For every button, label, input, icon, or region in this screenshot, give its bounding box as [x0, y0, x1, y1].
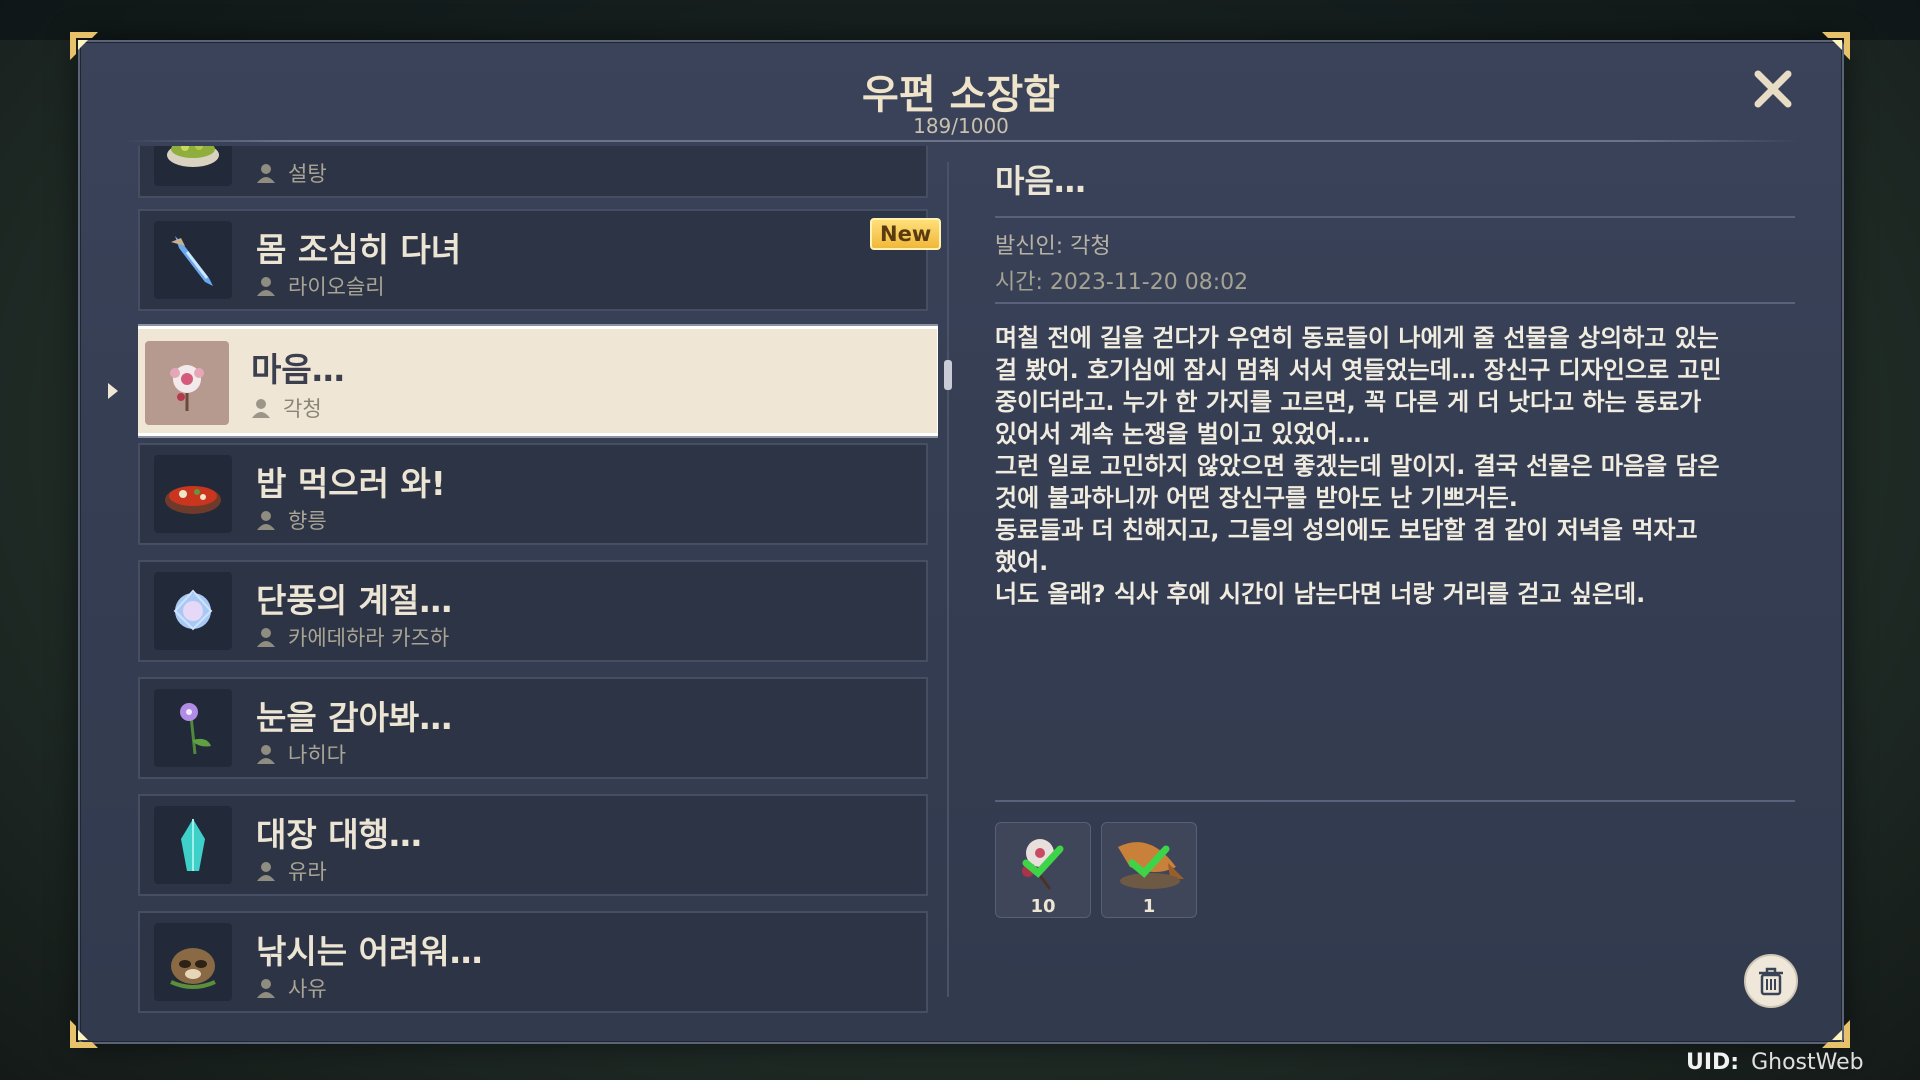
- corner-ornament-icon: [68, 30, 102, 64]
- attachment-item[interactable]: 1: [1101, 822, 1197, 918]
- detail-title-divider: [995, 216, 1795, 218]
- body-line: 그런 일로 고민하지 않았으면 좋겠는데 말이지. 결국 선물은 마음을 담은: [995, 452, 1720, 480]
- mail-sender: 나히다: [256, 739, 346, 769]
- mail-sender: 각청: [251, 393, 322, 423]
- mail-list-item[interactable]: 설탕: [138, 146, 928, 198]
- flower-item-icon: [1022, 839, 1064, 890]
- mail-title: 눈을 감아봐…: [256, 698, 453, 737]
- corner-ornament-icon: [1818, 1016, 1852, 1050]
- mail-sender-name: 카에데하라 카즈하: [288, 626, 450, 650]
- corner-ornament-icon: [1818, 30, 1852, 64]
- fish-dish-icon: [1118, 842, 1184, 889]
- ice-dagger-icon: [154, 221, 232, 299]
- mail-sender-name: 라이오슬리: [288, 275, 385, 299]
- crystal-flower-icon: [154, 572, 232, 650]
- mail-sender: 카에데하라 카즈하: [256, 622, 449, 652]
- mail-detail: 마음… 발신인: 각청 시간: 2023-11-20 08:02 며칠 전에 길…: [995, 106, 1795, 1006]
- delete-button[interactable]: [1744, 954, 1798, 1008]
- tanuki-icon: [154, 923, 232, 1001]
- body-line: 것에 불과하니까 어떤 장신구를 받아도 난 기쁘거든.: [995, 484, 1518, 512]
- mail-list-scrollbar[interactable]: [944, 152, 952, 1007]
- person-icon: [257, 164, 275, 183]
- scroll-thumb[interactable]: [944, 360, 952, 390]
- detail-body: 며칠 전에 길을 걷다가 우연히 동료들이 나에게 줄 선물을 상의하고 있는 …: [995, 322, 1795, 610]
- scroll-track: [947, 162, 949, 997]
- mail-title: 대장 대행…: [256, 815, 422, 854]
- mail-list-item[interactable]: 낚시는 어려워… 사유: [138, 911, 928, 1013]
- mail-list-item[interactable]: 밥 먹으러 와! 향릉: [138, 443, 928, 545]
- background-top-bar: [0, 0, 1920, 40]
- body-line: 중이더라고. 누가 한 가지를 고르면, 꼭 다른 게 더 낫다고 하는 동료가: [995, 388, 1702, 416]
- person-icon: [252, 399, 270, 418]
- person-icon: [257, 511, 275, 530]
- salad-bowl-icon: [154, 146, 232, 186]
- person-icon: [257, 862, 275, 881]
- mail-sender-name: 유라: [288, 860, 327, 884]
- detail-sender: 발신인: 각청: [995, 234, 1111, 259]
- person-icon: [257, 979, 275, 998]
- body-line: 했어.: [995, 548, 1049, 576]
- corner-ornament-icon: [68, 1016, 102, 1050]
- attachment-quantity: 10: [1030, 896, 1056, 917]
- attachment-quantity: 1: [1142, 896, 1156, 917]
- mail-list-item[interactable]: 단풍의 계절… 카에데하라 카즈하: [138, 560, 928, 662]
- uid-value: GhostWeb: [1751, 1050, 1864, 1075]
- mail-sender-name: 향릉: [288, 509, 327, 533]
- uid-label: UID:: [1686, 1050, 1740, 1075]
- mail-sender-name: 설탕: [288, 162, 327, 186]
- mail-sender: 사유: [256, 973, 327, 1003]
- mail-list-item[interactable]: 눈을 감아봐… 나히다: [138, 677, 928, 779]
- hotpot-icon: [154, 455, 232, 533]
- mail-title: 밥 먹으러 와!: [256, 464, 446, 503]
- uid-display: UID: GhostWeb: [1686, 1050, 1864, 1075]
- mail-sender: 유라: [256, 856, 327, 886]
- ice-crystal-icon: [154, 806, 232, 884]
- mail-title: 단풍의 계절…: [256, 581, 453, 620]
- mail-list: 설탕 몸 조심히 다녀 라이오슬리 마음… 각청 밥 먹으러 와! 향릉 단풍의…: [138, 146, 938, 1016]
- mail-sender: 향릉: [256, 505, 327, 535]
- mail-sender: 라이오슬리: [256, 271, 385, 301]
- flower-fan-icon: [145, 341, 229, 425]
- mail-list-item-selected[interactable]: 마음… 각청: [138, 326, 938, 436]
- new-badge: New: [870, 218, 942, 250]
- mail-title: 몸 조심히 다녀: [256, 230, 462, 269]
- body-line: 너도 올래? 식사 후에 시간이 남는다면 너랑 거리를 걷고 싶은데.: [995, 580, 1646, 608]
- mail-sender-name: 각청: [283, 397, 322, 421]
- mail-sender-name: 나히다: [288, 743, 346, 767]
- mail-title: 낚시는 어려워…: [256, 932, 483, 971]
- body-line: 걸 봤어. 호기심에 잠시 멈춰 서서 엿들었는데… 장신구 디자인으로 고민: [995, 356, 1722, 384]
- mail-title: 마음…: [251, 350, 345, 389]
- mail-list-item[interactable]: 몸 조심히 다녀 라이오슬리: [138, 209, 928, 311]
- trash-icon: [1759, 967, 1783, 996]
- detail-time: 시간: 2023-11-20 08:02: [995, 270, 1249, 295]
- detail-meta-divider: [995, 302, 1795, 304]
- detail-title: 마음…: [995, 162, 1086, 200]
- attachment-item[interactable]: 10: [995, 822, 1091, 918]
- body-line: 있어서 계속 논쟁을 벌이고 있었어….: [995, 420, 1371, 448]
- selection-arrow-icon: [108, 383, 118, 399]
- person-icon: [257, 628, 275, 647]
- mail-list-item[interactable]: 대장 대행… 유라: [138, 794, 928, 896]
- person-icon: [257, 745, 275, 764]
- attachments-divider: [995, 800, 1795, 802]
- person-icon: [257, 277, 275, 296]
- purple-flower-icon: [154, 689, 232, 767]
- body-line: 동료들과 더 친해지고, 그들의 성의에도 보답할 겸 같이 저녁을 먹자고: [995, 516, 1698, 544]
- mail-sender: 설탕: [256, 158, 327, 188]
- body-line: 며칠 전에 길을 걷다가 우연히 동료들이 나에게 줄 선물을 상의하고 있는: [995, 324, 1719, 352]
- mail-sender-name: 사유: [288, 977, 327, 1001]
- mailbox-panel: 우편 소장함 189/1000 설탕 몸 조심히 다녀 라이오슬리 마음… 각청…: [78, 40, 1844, 1044]
